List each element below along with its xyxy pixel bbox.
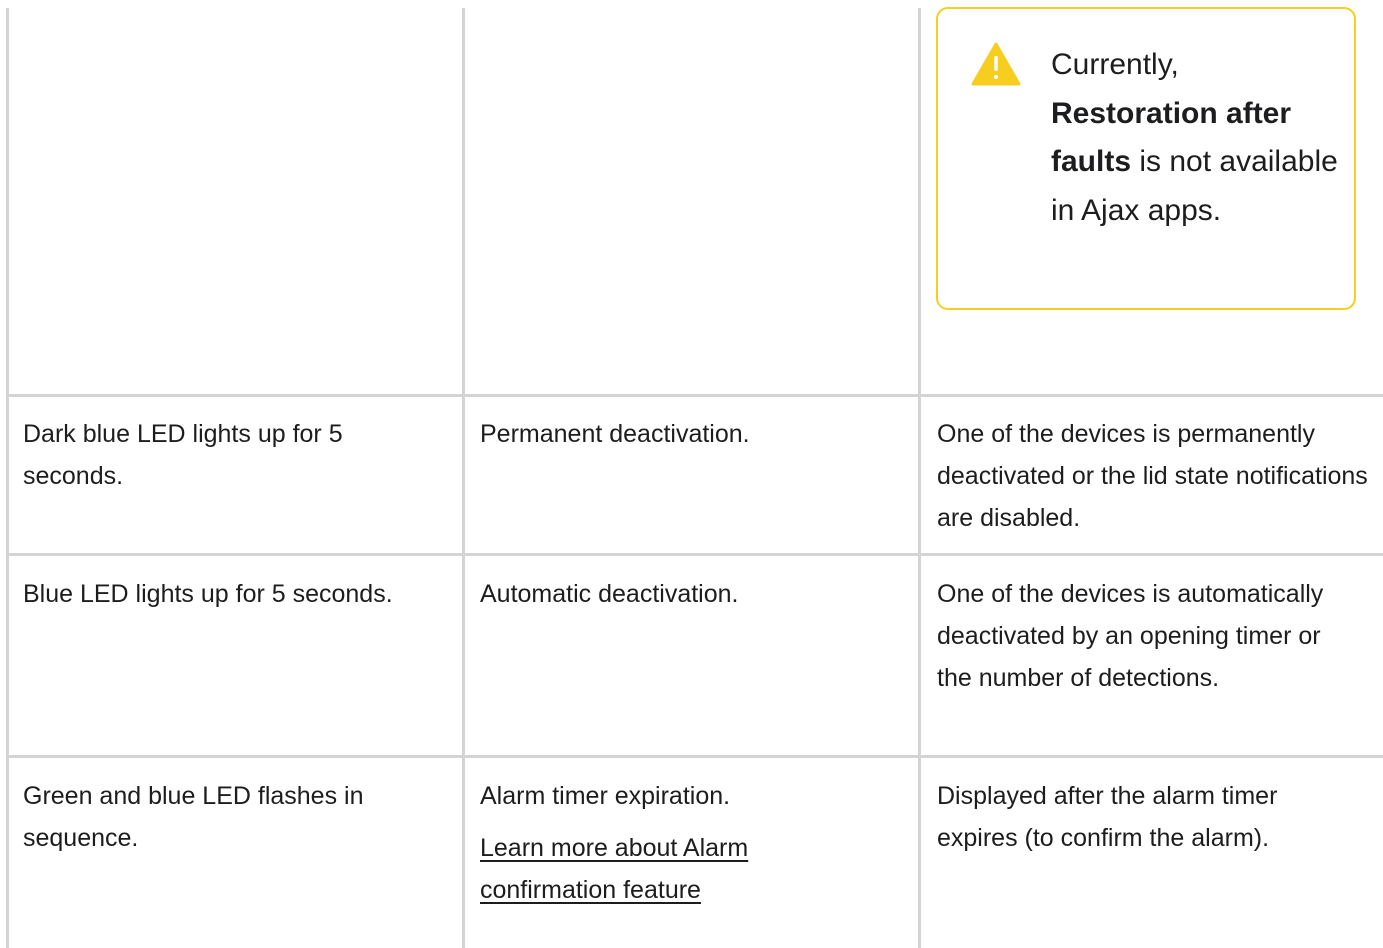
table-row: Blue LED lights up for 5 seconds. xyxy=(23,573,455,615)
table-border-col1 xyxy=(462,8,465,948)
led-indication-table: Dark blue LED lights up for 5 seconds. P… xyxy=(6,0,1383,948)
table-row: Dark blue LED lights up for 5 seconds. xyxy=(23,413,448,497)
table-row: One of the devices is permanently deacti… xyxy=(937,413,1377,539)
indication-cell: Green and blue LED flashes in sequence. xyxy=(23,782,364,852)
table-row-divider xyxy=(6,394,1383,397)
table-row: Automatic deactivation. xyxy=(480,573,905,615)
table-row: Green and blue LED flashes in sequence. xyxy=(23,775,423,859)
warning-text-before: Currently, xyxy=(1051,48,1179,81)
table-row-divider xyxy=(6,553,1383,556)
event-cell: Permanent deactivation. xyxy=(480,420,750,448)
table-row: Displayed after the alarm timer expires … xyxy=(937,775,1357,859)
warning-callout: Currently, Restoration after faults is n… xyxy=(936,7,1356,310)
indication-cell: Blue LED lights up for 5 seconds. xyxy=(23,580,393,608)
note-cell: One of the devices is permanently deacti… xyxy=(937,420,1368,532)
warning-message: Currently, Restoration after faults is n… xyxy=(1051,41,1341,235)
table-row: One of the devices is automatically deac… xyxy=(937,573,1357,699)
event-cell: Alarm timer expiration. xyxy=(480,782,731,810)
table-row-divider xyxy=(6,755,1383,758)
note-cell: Displayed after the alarm timer expires … xyxy=(937,782,1278,852)
table-row: Alarm timer expiration. Learn more about… xyxy=(480,775,810,911)
alarm-confirmation-link[interactable]: Learn more about Alarm confirmation feat… xyxy=(480,834,748,904)
table-row: Permanent deactivation. xyxy=(480,413,905,455)
indication-cell: Dark blue LED lights up for 5 seconds. xyxy=(23,420,343,490)
warning-triangle-icon xyxy=(971,42,1021,86)
event-cell: Automatic deactivation. xyxy=(480,580,739,608)
table-border-left xyxy=(6,8,9,948)
table-border-col2 xyxy=(918,8,921,948)
note-cell: One of the devices is automatically deac… xyxy=(937,580,1324,692)
